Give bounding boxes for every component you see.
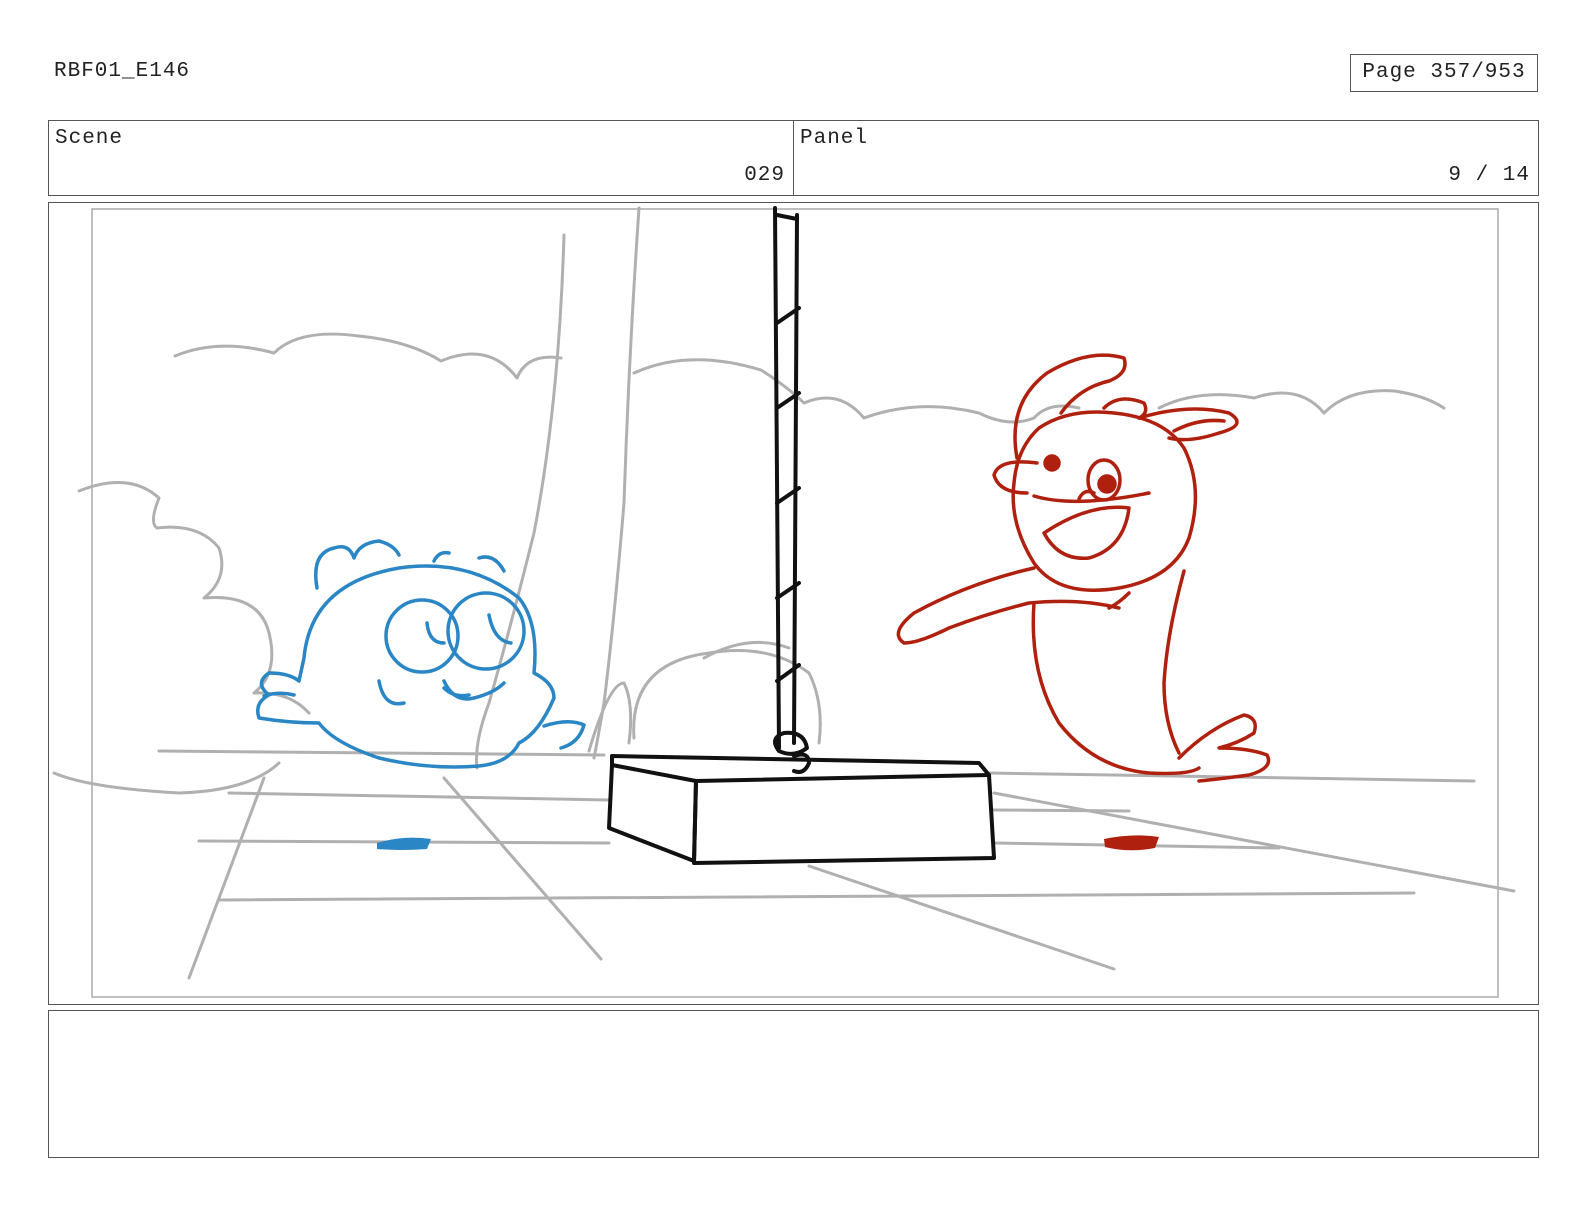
blue-shadow [377,837,431,850]
red-mouth [1042,505,1131,561]
ground-line-1 [157,749,606,757]
blue-character [256,539,586,769]
base-top [610,754,991,783]
ground-short-line [992,808,1131,813]
red-shadow [1104,835,1159,851]
tile-line-3 [807,864,1116,971]
blue-hair-2 [477,555,506,573]
blue-eyelid-left [425,621,446,645]
scene-panel-info-bar: Scene 029 Panel 9 / 14 [48,120,1539,196]
red-arm [896,566,1121,645]
scene-cell: Scene 029 [49,121,793,195]
pole-bolt [792,752,811,774]
pole-left-edge [773,206,781,750]
ground-curve-left [52,761,281,795]
page-counter: Page 357/953 [1350,54,1538,92]
tile-line-4 [992,791,1516,893]
ground-line-2 [227,791,611,802]
panel-number: 9 / 14 [1448,164,1530,187]
storyboard-frame [48,202,1539,1005]
storyboard-sketch [52,206,1516,998]
tree-root [587,681,633,753]
bush-left [77,481,311,715]
base-front-face [692,773,996,865]
blue-cheek [377,679,406,706]
red-back [1162,569,1186,755]
blue-fin-right [542,720,586,750]
panel-cell: Panel 9 / 14 [793,121,1538,195]
blue-hair-1 [432,550,451,563]
document-id: RBF01_E146 [54,60,191,83]
tree-trunk-right [592,206,641,760]
panel-label: Panel [800,127,869,150]
cloud-top-middle [632,358,1081,424]
cloud-top-left [173,332,563,380]
tile-line-1 [187,776,266,980]
notes-area [48,1010,1539,1158]
red-pupil-right [1097,474,1117,494]
scene-number: 029 [744,164,785,187]
tile-line-2 [442,776,603,961]
pole-and-base [607,206,996,865]
red-character [896,353,1271,783]
red-eye-left [1043,454,1061,472]
scene-label: Scene [55,127,124,150]
blue-tongue [442,686,471,698]
red-belly [1031,601,1201,776]
pole-top [775,213,799,221]
red-ear-inner [1172,418,1226,433]
ground-line-4 [217,891,1416,902]
